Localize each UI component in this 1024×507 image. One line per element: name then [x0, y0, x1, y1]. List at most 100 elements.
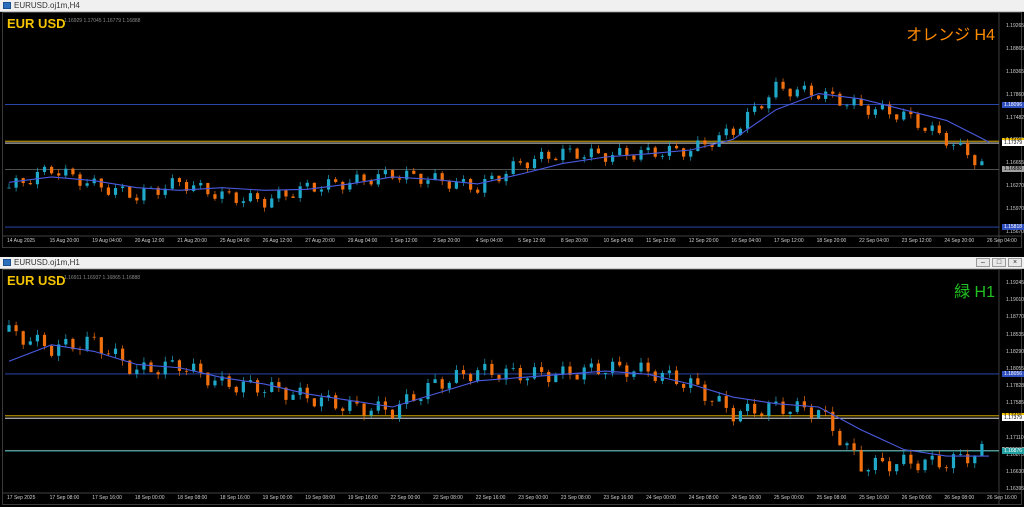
- time-tick-label: 18 Sep 08:00: [177, 495, 208, 501]
- time-tick-label: 26 Aug 12:00: [262, 238, 293, 244]
- candle-body: [348, 400, 352, 411]
- candle-body: [582, 367, 586, 380]
- chart-window-h1: EURUSD.oj1m,H1 – □ × EUR USD 1.16911 1.1…: [0, 257, 1024, 507]
- candle-body: [312, 398, 316, 407]
- close-button[interactable]: ×: [1008, 258, 1022, 267]
- candle-body: [745, 111, 750, 129]
- window-titlebar[interactable]: EURUSD.oj1m,H1 – □ ×: [0, 257, 1024, 269]
- candle-body: [958, 454, 963, 456]
- candle-body: [142, 188, 146, 201]
- price-chart-h4[interactable]: EUR USD 1.16929 1.17045 1.16779 1.16888 …: [2, 12, 1024, 248]
- price-tick-label: 1.16655: [1006, 160, 1024, 167]
- candle-body: [234, 386, 238, 393]
- time-tick-label: 18 Sep 16:00: [220, 495, 250, 501]
- time-tick-label: 18 Sep 20:00: [816, 238, 847, 244]
- candle-body: [291, 394, 295, 400]
- time-tick-label: 14 Aug 2025: [7, 238, 36, 244]
- candle-body: [511, 367, 515, 369]
- candle-body: [447, 382, 451, 389]
- candle-body: [454, 370, 458, 383]
- candle-body: [50, 166, 54, 174]
- time-tick-label: 19 Aug 04:00: [92, 238, 122, 244]
- candle-body: [490, 363, 494, 375]
- candle-body: [142, 362, 146, 370]
- time-tick-label: 26 Sep 04:00: [987, 238, 1017, 244]
- candle-body: [966, 142, 970, 156]
- chart-canvas[interactable]: [3, 270, 1021, 504]
- time-tick-label: 21 Aug 20:00: [177, 238, 207, 244]
- candle-body: [85, 183, 89, 186]
- candle-body: [319, 397, 324, 407]
- candle-body: [625, 148, 629, 156]
- candle-body: [42, 334, 47, 346]
- time-tick-label: 12 Sep 20:00: [688, 238, 719, 244]
- time-tick-label: 23 Sep 08:00: [560, 495, 591, 501]
- time-tick-label: 5 Sep 12:00: [518, 238, 546, 244]
- candle-body: [795, 89, 799, 97]
- time-tick-label: 25 Sep 08:00: [816, 495, 847, 501]
- candle-body: [703, 140, 707, 145]
- candle-body: [184, 370, 189, 372]
- time-tick-label: 2 Sep 20:00: [433, 238, 461, 244]
- window-titlebar[interactable]: EURUSD.oj1m,H4: [0, 0, 1024, 12]
- price-tick-label: 1.17860: [1006, 91, 1024, 98]
- candle-body: [937, 455, 941, 468]
- candle-body: [525, 378, 530, 381]
- candle-body: [866, 470, 870, 472]
- candle-body: [731, 128, 735, 135]
- timeframe-tag: オレンジ H4: [906, 27, 995, 44]
- candle-body: [980, 161, 984, 166]
- candle-body: [781, 81, 785, 89]
- candle-body: [255, 380, 260, 393]
- candle-body: [717, 135, 721, 147]
- candle-body: [468, 374, 473, 382]
- candle-body: [689, 151, 693, 157]
- candle-body: [788, 411, 792, 414]
- candle-body: [973, 456, 977, 464]
- candle-body: [944, 467, 948, 469]
- candle-body: [745, 403, 750, 412]
- price-chart-h1[interactable]: EUR USD 1.16911 1.16937 1.16865 1.16888 …: [2, 269, 1024, 505]
- candle-body: [554, 374, 558, 383]
- candle-body: [64, 338, 68, 345]
- candle-body: [674, 370, 679, 385]
- candle-body: [674, 145, 679, 149]
- candle-body: [753, 403, 757, 414]
- chart-canvas[interactable]: [3, 13, 1021, 247]
- minimize-button[interactable]: –: [976, 258, 990, 267]
- candle-body: [895, 114, 899, 120]
- candle-body: [816, 95, 821, 99]
- candle-body: [298, 186, 302, 198]
- candle-body: [468, 179, 473, 190]
- candle-body: [632, 155, 636, 160]
- candle-body: [71, 168, 75, 175]
- candle-body: [476, 189, 480, 193]
- candle-body: [547, 151, 551, 159]
- candle-body: [696, 378, 700, 385]
- candle-body: [99, 337, 103, 354]
- time-tick-label: 29 Aug 04:00: [347, 238, 378, 244]
- candle-body: [7, 187, 11, 189]
- candle-body: [326, 179, 331, 190]
- candle-body: [930, 125, 934, 131]
- candle-body: [28, 341, 32, 345]
- candle-body: [596, 148, 601, 154]
- candle-body: [312, 182, 316, 192]
- candle-body: [937, 125, 941, 133]
- time-tick-label: 8 Sep 20:00: [560, 238, 588, 244]
- candle-body: [525, 162, 530, 169]
- candle-body: [106, 353, 111, 355]
- candle-body: [177, 360, 182, 371]
- candle-body: [121, 348, 125, 361]
- time-tick-label: 26 Sep 16:00: [987, 495, 1017, 501]
- candle-body: [540, 367, 544, 372]
- candle-body: [461, 179, 466, 182]
- time-tick-label: 23 Sep 00:00: [518, 495, 549, 501]
- candle-body: [483, 363, 487, 371]
- price-tick-label: 1.19265: [1006, 23, 1024, 29]
- candle-body: [341, 408, 345, 411]
- price-tick-label: 1.17110: [1006, 434, 1024, 441]
- maximize-button[interactable]: □: [992, 258, 1006, 267]
- candle-body: [355, 174, 359, 183]
- price-box: 1.16876: [1002, 448, 1024, 455]
